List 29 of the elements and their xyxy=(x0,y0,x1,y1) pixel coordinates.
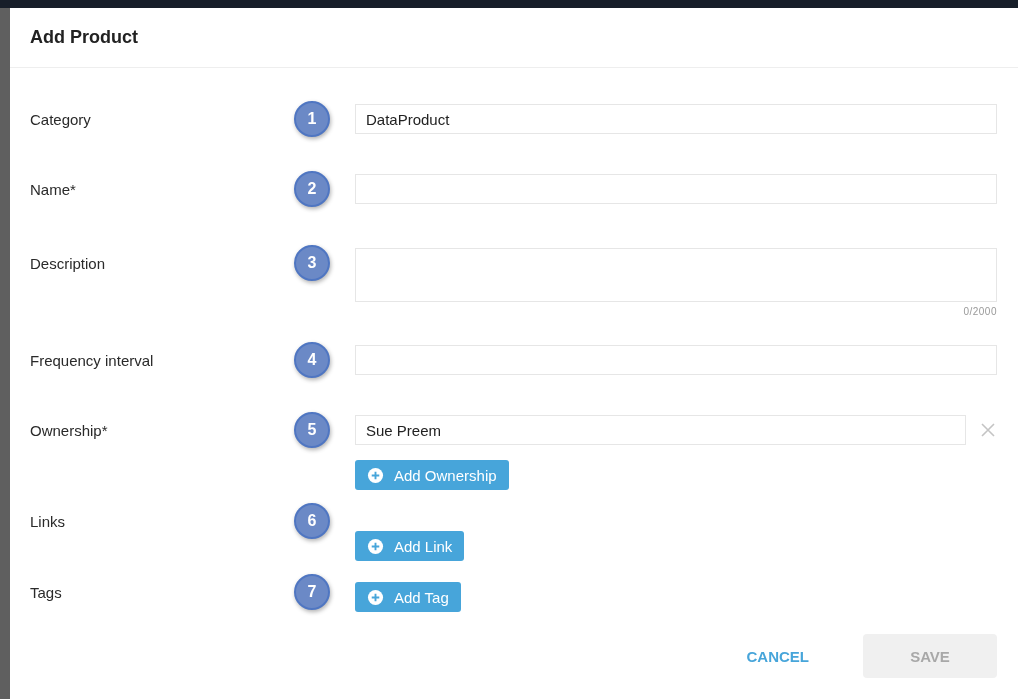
step-badge: 3 xyxy=(294,245,330,281)
field-label: Category xyxy=(30,110,92,128)
add-button[interactable]: Add Link xyxy=(355,531,465,561)
step-badge: 1 xyxy=(294,101,330,137)
cancel-button[interactable]: CANCEL xyxy=(740,646,815,666)
field-label: Description xyxy=(30,254,107,272)
character-counter: 0/2000 xyxy=(963,306,997,317)
field-label: Name* xyxy=(30,180,77,198)
input-field[interactable]: DataProduct xyxy=(355,104,997,134)
field-label: Links xyxy=(30,512,67,530)
step-badge: 6 xyxy=(294,503,330,539)
step-badge: 2 xyxy=(294,171,330,207)
text-area[interactable] xyxy=(355,248,997,302)
input-field[interactable] xyxy=(355,345,997,375)
plus-circle-icon xyxy=(367,537,384,555)
plus-circle-icon xyxy=(367,588,384,606)
field-label: Tags xyxy=(30,583,63,601)
plus-circle-icon xyxy=(367,466,384,484)
dialog-title: Add Product xyxy=(30,27,138,48)
add-button[interactable]: Add Ownership xyxy=(355,460,509,490)
input-field[interactable] xyxy=(355,174,997,204)
step-badge: 5 xyxy=(294,412,330,448)
step-badge: 7 xyxy=(294,574,330,610)
step-badge: 4 xyxy=(294,342,330,378)
add-button[interactable]: Add Tag xyxy=(355,582,461,612)
field-label: Ownership* xyxy=(30,421,109,439)
close-icon[interactable] xyxy=(980,422,996,438)
input-field[interactable]: Sue Preem xyxy=(355,415,966,445)
field-label: Frequency interval xyxy=(30,351,155,369)
